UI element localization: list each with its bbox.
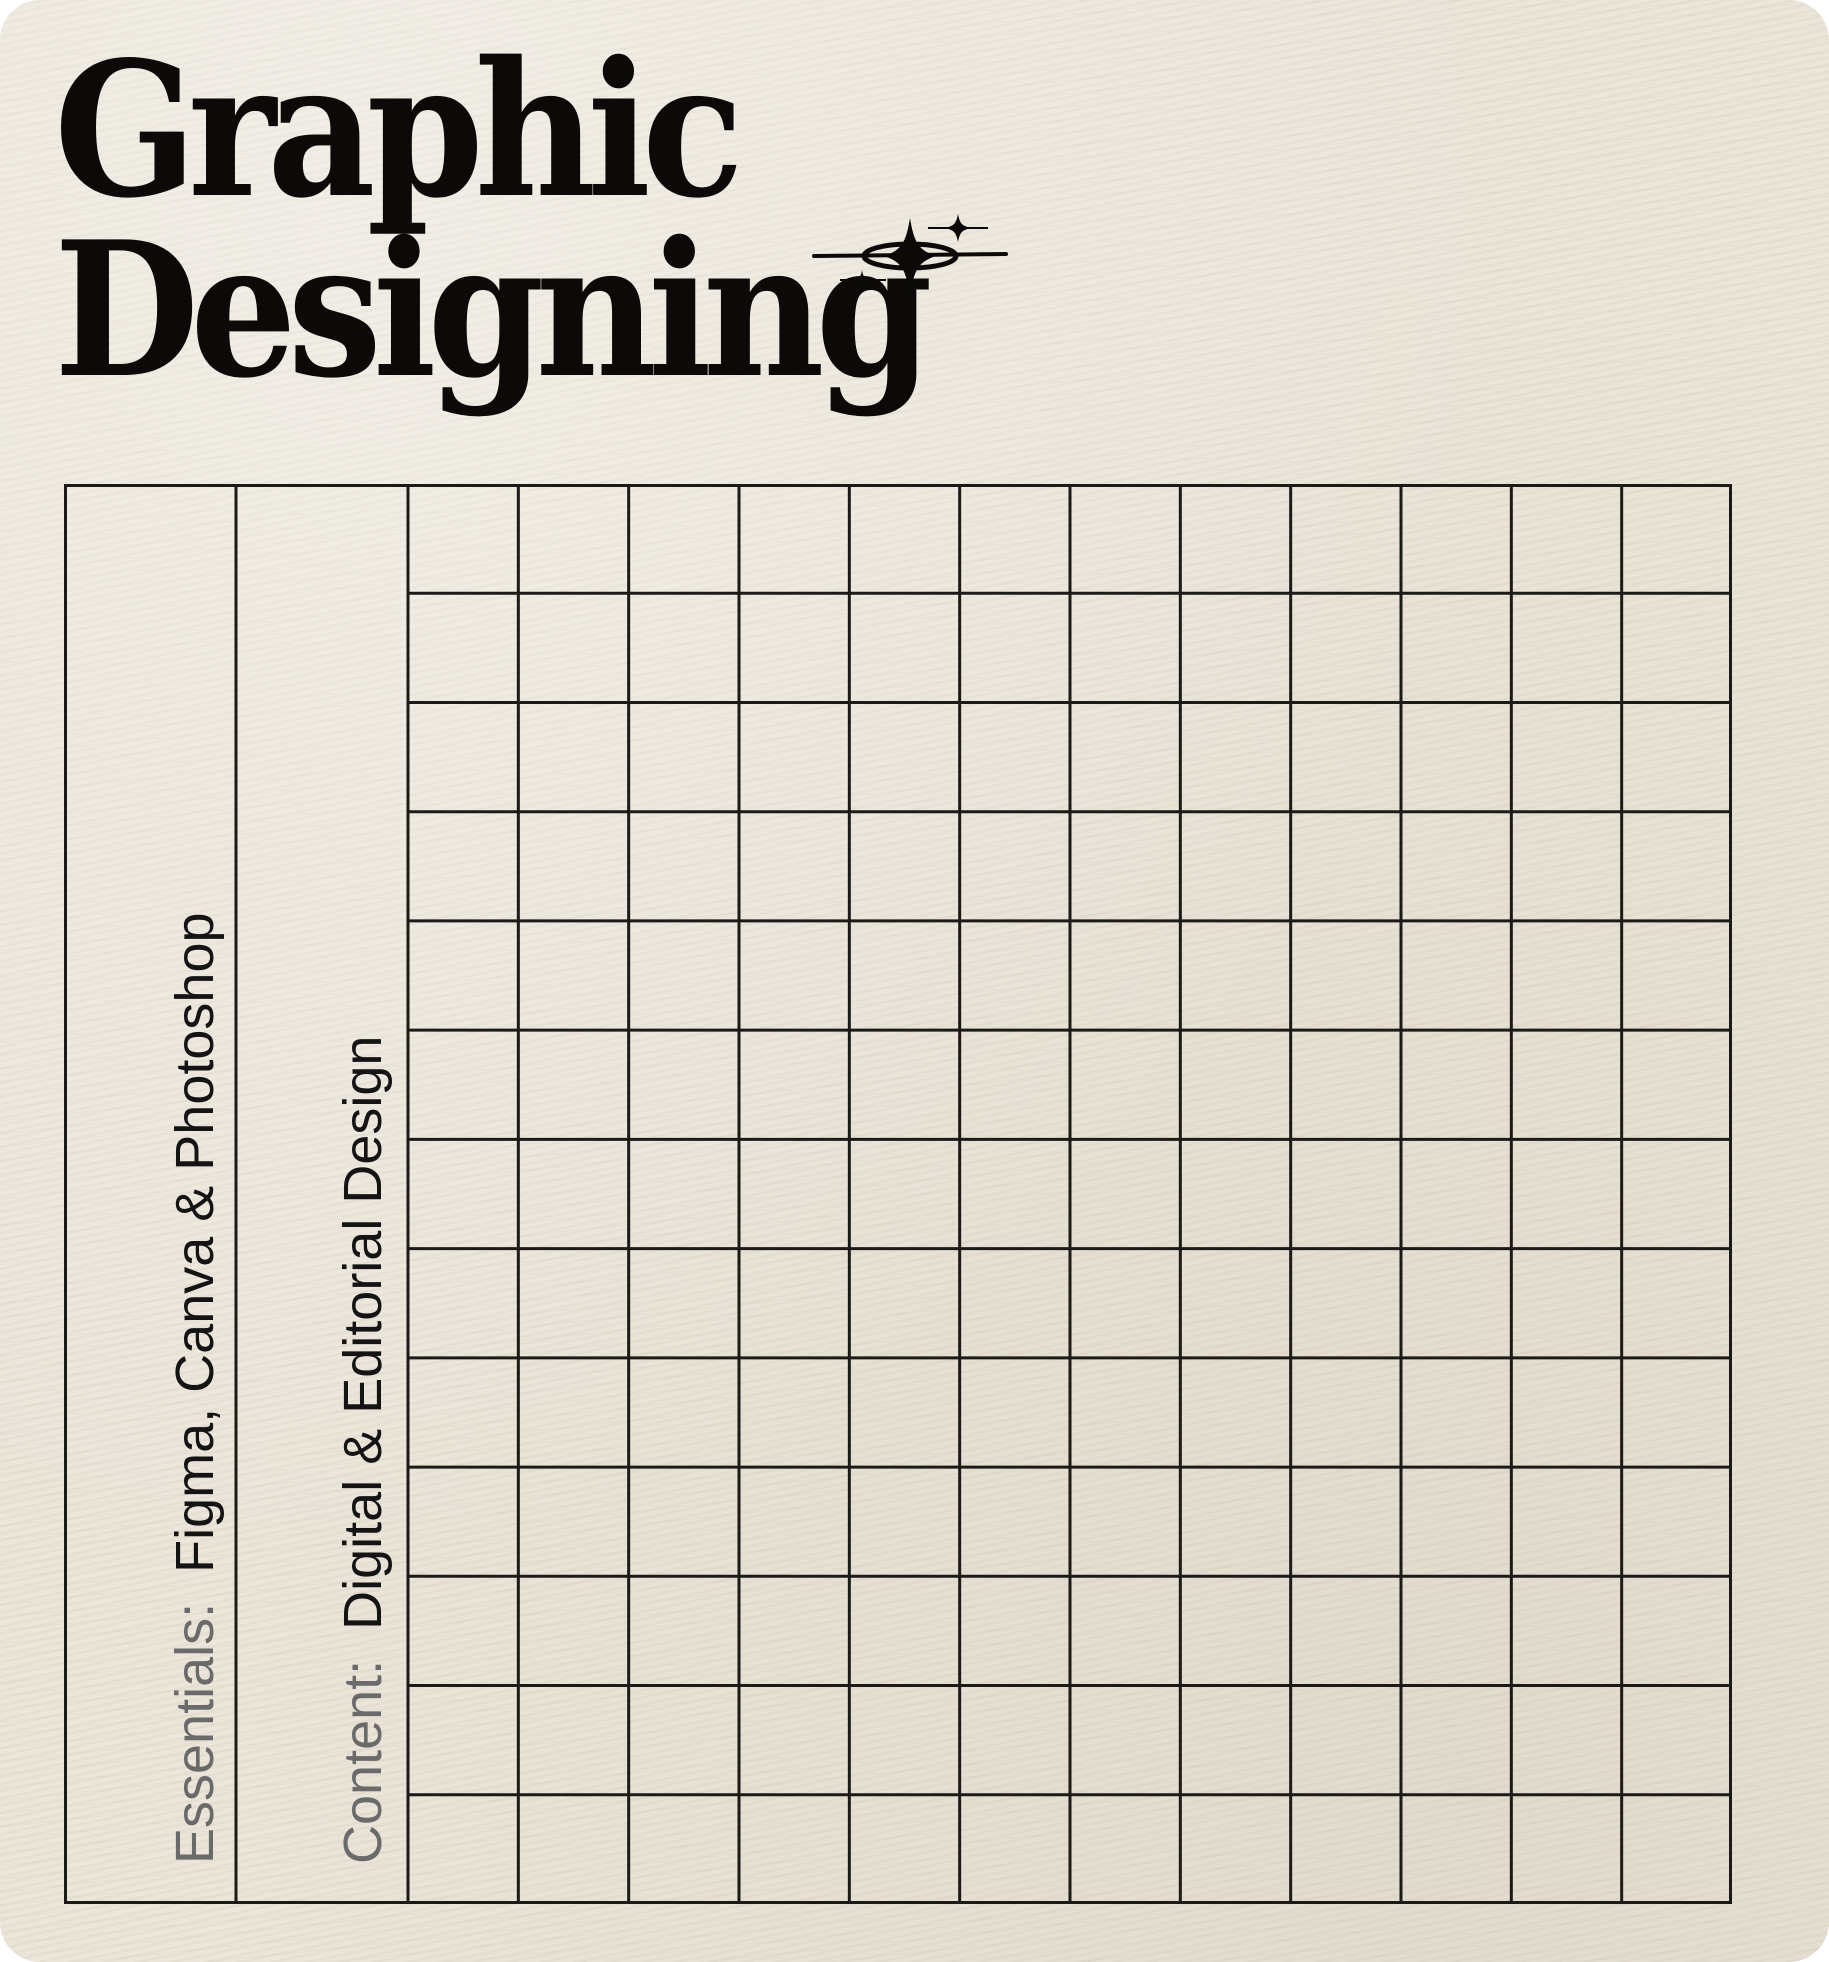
essentials-label: Essentials: bbox=[165, 1602, 225, 1864]
grid-lines bbox=[64, 484, 1732, 1904]
page-title: Graphic Designing bbox=[54, 20, 933, 419]
content-value: Digital & Editorial Design bbox=[333, 1035, 393, 1630]
design-card: Graphic Designing Essentials: Figma, Can… bbox=[0, 0, 1829, 1962]
essentials-value: Figma, Canva & Photoshop bbox=[165, 912, 225, 1573]
content-label: Content: bbox=[333, 1659, 393, 1864]
title-line-2: Designing bbox=[54, 200, 933, 419]
content-column-label: Content: Digital & Editorial Design bbox=[332, 1036, 394, 1864]
design-grid-table: Essentials: Figma, Canva & Photoshop Con… bbox=[64, 484, 1732, 1904]
sparkle-orbit-icon bbox=[812, 214, 1008, 296]
title-line-1: Graphic bbox=[54, 20, 744, 239]
essentials-column-label: Essentials: Figma, Canva & Photoshop bbox=[164, 912, 226, 1864]
grid-border bbox=[64, 484, 1732, 1904]
